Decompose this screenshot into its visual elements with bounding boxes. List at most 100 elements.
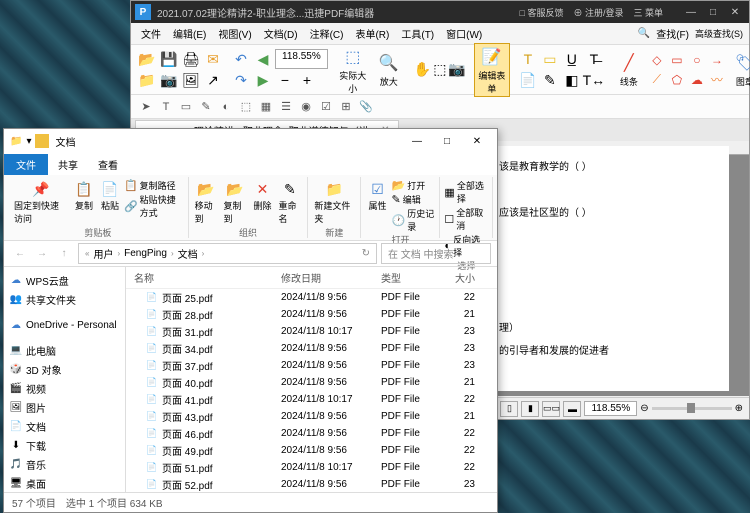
col-size[interactable]: 大小 [441,270,481,285]
zoom-input[interactable]: 118.55% [275,49,328,69]
list-header[interactable]: 名称 修改日期 类型 大小 [126,267,497,289]
tool-icon[interactable]: ⬚ [237,98,255,116]
email-icon[interactable]: ✉ [203,49,223,69]
tree-onedrive[interactable]: ☁OneDrive - Personal [6,317,123,333]
tool-icon[interactable]: ▭ [177,98,195,116]
paste-button[interactable]: 📄粘贴 [98,179,122,213]
forward-button[interactable]: → [32,244,52,264]
zoom-in-icon[interactable]: + [297,70,317,90]
history-button[interactable]: 🕐历史记录 [391,207,435,233]
eraser-icon[interactable]: ◧ [562,70,582,90]
actual-size-button[interactable]: ⬚ 实际大小 [336,45,370,95]
table-row[interactable]: 📄页面 41.pdf2024/11/8 10:17PDF File22 [126,391,497,408]
up-button[interactable]: ↑ [54,244,74,264]
tab-file[interactable]: 文件 [4,154,48,175]
newfolder-button[interactable]: 📁新建文件夹 [312,179,356,226]
next-icon[interactable]: ▶ [253,70,273,90]
circle-icon[interactable]: ○ [688,51,706,69]
menu-edit[interactable]: 编辑(E) [169,24,210,43]
table-row[interactable]: 📄页面 28.pdf2024/11/8 9:56PDF File21 [126,306,497,323]
tree-pics[interactable]: 🖼图片 [6,398,123,417]
note-icon[interactable]: 📄 [518,70,538,90]
tool-icon[interactable]: ☰ [277,98,295,116]
tree-share[interactable]: 👥共享文件夹 [6,290,123,309]
rename-button[interactable]: ✎重命名 [276,179,303,226]
copyto-button[interactable]: 📂复制到 [222,179,249,226]
strikeout-icon[interactable]: T̶ [584,49,604,69]
zoom-in-button[interactable]: 🔍 放大 [372,51,406,88]
tool-icon[interactable]: ✎ [197,98,215,116]
select-none-button[interactable]: ☐全部取消 [444,206,488,232]
print-icon[interactable]: 🖨 [181,49,201,69]
layout-cont-facing-icon[interactable]: ▬ [563,401,581,417]
cursor-icon[interactable]: ➤ [137,98,155,116]
edit-button[interactable]: ✎编辑 [391,193,420,206]
move-button[interactable]: 📂移动到 [193,179,220,226]
folder-icon[interactable]: 📁 [137,70,157,90]
line-button[interactable]: ╱ 线条 [612,51,646,88]
zoom-slider[interactable] [652,407,732,410]
menu-document[interactable]: 文档(D) [260,24,302,43]
tool-icon[interactable]: ☑ [317,98,335,116]
layout-single-icon[interactable]: ▯ [500,401,518,417]
underline-icon[interactable]: U̲ [562,49,582,69]
refresh-icon[interactable]: ↻ [362,248,370,259]
tree-desktop[interactable]: 🖥桌面 [6,474,123,492]
back-button[interactable]: ← [10,244,30,264]
table-row[interactable]: 📄页面 37.pdf2024/11/8 9:56PDF File23 [126,357,497,374]
find-label[interactable]: 查找(F) [656,26,689,41]
tab-share[interactable]: 共享 [48,154,88,175]
table-row[interactable]: 📄页面 49.pdf2024/11/8 9:56PDF File22 [126,442,497,459]
properties-button[interactable]: ☑属性 [365,179,389,213]
feedback-button[interactable]: □ 客服反馈 [520,6,564,19]
tree-music[interactable]: 🎵音乐 [6,455,123,474]
copy-button[interactable]: 📋复制 [72,179,96,213]
tree-pc[interactable]: 💻此电脑 [6,341,123,360]
navigation-tree[interactable]: ☁WPS云盘 👥共享文件夹 ☁OneDrive - Personal 💻此电脑 … [4,267,126,492]
table-row[interactable]: 📄页面 51.pdf2024/11/8 10:17PDF File22 [126,459,497,476]
col-date[interactable]: 修改日期 [281,270,381,285]
layout-facing-icon[interactable]: ▭▭ [542,401,560,417]
copy-path-button[interactable]: 📋复制路径 [124,179,176,192]
menu-view[interactable]: 视图(V) [214,24,255,43]
table-row[interactable]: 📄页面 52.pdf2024/11/8 9:56PDF File23 [126,476,497,492]
highlight-icon[interactable]: ▭ [540,49,560,69]
menu-tools[interactable]: 工具(T) [397,24,438,43]
status-zoom[interactable]: 118.55% [584,401,637,416]
save-icon[interactable]: 💾 [159,49,179,69]
table-row[interactable]: 📄页面 34.pdf2024/11/8 9:56PDF File23 [126,340,497,357]
find-icon[interactable]: 🔍 [638,28,650,39]
open-icon[interactable]: 📂 [137,49,157,69]
close-button[interactable]: ✕ [725,4,745,20]
breadcrumb[interactable]: FengPing [122,248,169,259]
minimize-button[interactable]: — [403,132,431,150]
text-edit-icon[interactable]: T [518,49,538,69]
tool-icon[interactable]: ◉ [297,98,315,116]
search-input[interactable]: 在 文档 中搜索 [381,243,491,264]
redo-icon[interactable]: ↷ [231,70,251,90]
pencil-icon[interactable]: ✎ [540,70,560,90]
delete-button[interactable]: ✕删除 [250,179,274,213]
tree-docs[interactable]: 📄文档 [6,417,123,436]
undo-icon[interactable]: ↶ [231,49,251,69]
table-row[interactable]: 📄页面 40.pdf2024/11/8 9:56PDF File21 [126,374,497,391]
diamond-icon[interactable]: ◇ [648,51,666,69]
menu-window[interactable]: 窗口(W) [442,24,486,43]
tab-view[interactable]: 查看 [88,154,128,175]
export-icon[interactable]: ↗ [203,70,223,90]
tool-icon[interactable]: ⊞ [337,98,355,116]
polygon-icon[interactable]: ⬠ [668,71,686,89]
pdf-page[interactable]: 该是教育教学的（ ） 应该是社区型的（ ） 理） 的引导者和发展的促进者 [489,146,729,391]
tree-video[interactable]: 🎬视频 [6,379,123,398]
select-icon[interactable]: ⬚ [433,60,446,80]
menu-button[interactable]: 三 菜单 [633,6,663,19]
select-all-button[interactable]: ▦全部选择 [444,179,488,205]
cloud-icon[interactable]: ☁ [688,71,706,89]
zoom-minus-button[interactable]: ⊖ [640,403,648,414]
maximize-button[interactable]: □ [433,132,461,150]
tool-icon[interactable]: ▦ [257,98,275,116]
pin-button[interactable]: 📌固定到快速访问 [12,179,70,226]
explorer-titlebar[interactable]: 📁 ▾ 文档 — □ ✕ [4,129,497,153]
menu-file[interactable]: 文件 [137,24,165,43]
col-name[interactable]: 名称 [126,270,281,285]
